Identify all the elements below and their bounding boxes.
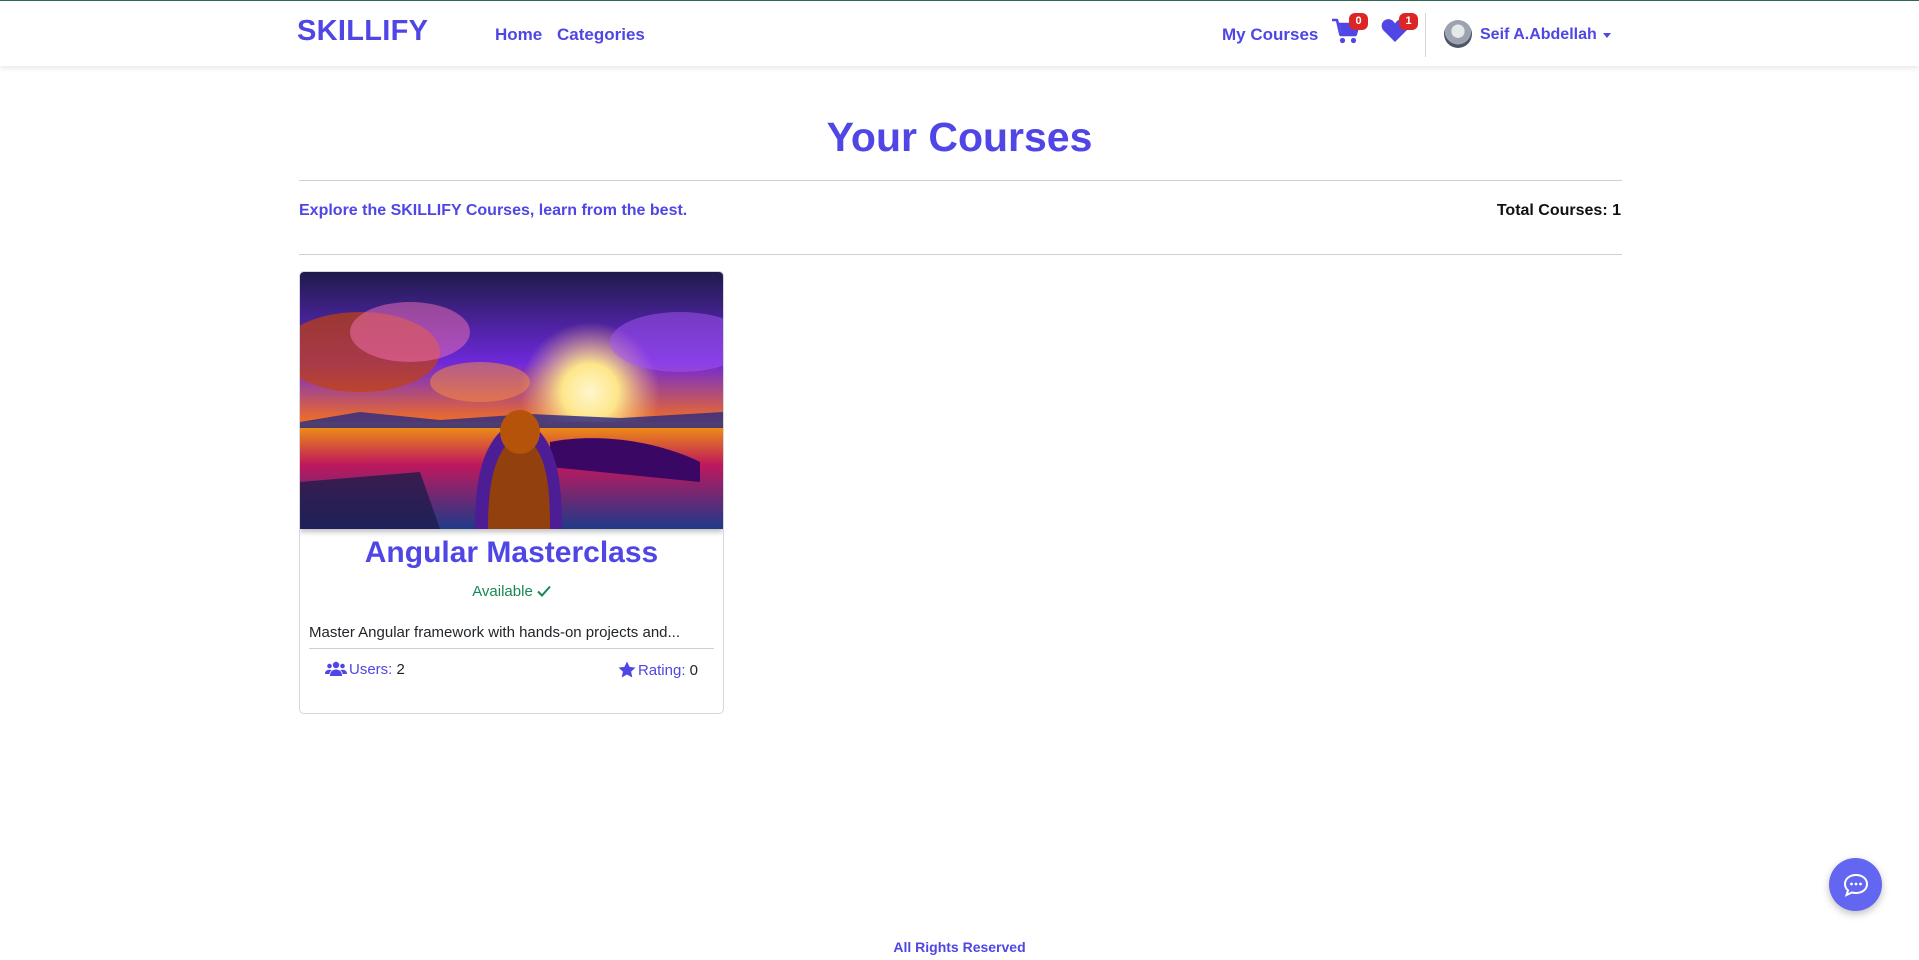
chevron-down-icon[interactable] — [1603, 33, 1611, 38]
user-menu-toggle[interactable]: Seif A.Abdellah — [1480, 26, 1597, 44]
user-avatar[interactable] — [1444, 20, 1472, 48]
nav-home-link[interactable]: Home — [495, 25, 542, 45]
course-users: Users: 2 — [325, 661, 405, 678]
cart-count-badge: 0 — [1349, 13, 1368, 30]
course-rating: Rating: 0 — [618, 661, 698, 679]
cart-button[interactable]: 0 — [1331, 13, 1368, 51]
users-icon — [325, 661, 347, 676]
users-value: 2 — [396, 661, 405, 678]
page-subtitle: Explore the SKILLIFY Courses, learn from… — [299, 202, 688, 219]
nav-categories-link[interactable]: Categories — [557, 25, 645, 45]
nav-my-courses-link[interactable]: My Courses — [1222, 25, 1318, 45]
status-label: Available — [472, 583, 533, 600]
footer-text: All Rights Reserved — [893, 939, 1026, 955]
course-card[interactable]: Angular Masterclass Available Master Ang… — [299, 271, 724, 714]
course-description: Master Angular framework with hands-on p… — [309, 624, 681, 641]
brand-logo[interactable]: SKILLIFY — [297, 15, 428, 48]
chat-icon — [1843, 873, 1868, 897]
course-thumbnail[interactable] — [300, 272, 723, 529]
divider — [299, 254, 1622, 255]
users-label: Users: — [349, 661, 393, 678]
course-status: Available — [300, 583, 723, 600]
divider — [299, 180, 1622, 181]
top-navbar: SKILLIFY Home Categories My Courses 0 1 … — [0, 0, 1919, 66]
rating-label: Rating: — [637, 662, 686, 679]
wishlist-button[interactable]: 1 — [1381, 13, 1418, 51]
card-divider — [309, 648, 714, 649]
rating-value: 0 — [689, 662, 698, 679]
star-icon — [618, 661, 636, 678]
check-icon — [537, 585, 551, 597]
wishlist-count-badge: 1 — [1399, 13, 1418, 30]
course-title[interactable]: Angular Masterclass — [300, 536, 723, 570]
total-courses-count: Total Courses: 1 — [1496, 202, 1621, 219]
nav-divider — [1425, 13, 1426, 57]
page-title: Your Courses — [826, 114, 1093, 160]
chat-button[interactable] — [1829, 858, 1882, 911]
